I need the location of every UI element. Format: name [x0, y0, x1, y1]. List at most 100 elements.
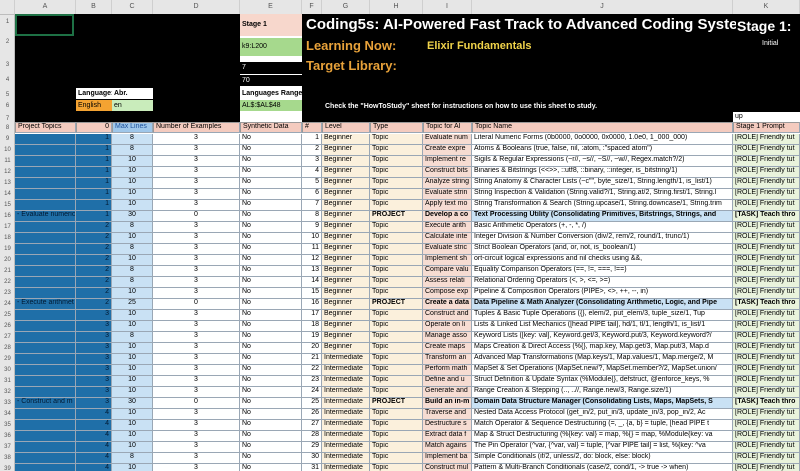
- prompt-cell[interactable]: [ROLE] Friendly tut: [733, 376, 800, 387]
- topic-for-ai-cell[interactable]: Generate and: [423, 387, 472, 398]
- number-cell[interactable]: 20: [302, 343, 322, 354]
- header-project-topics[interactable]: Project Topics: [15, 122, 76, 133]
- level-cell[interactable]: Beginner: [322, 178, 370, 189]
- synthetic-data-cell[interactable]: No: [240, 244, 302, 255]
- type-cell[interactable]: Topic: [370, 431, 423, 442]
- number-cell[interactable]: 15: [302, 288, 322, 299]
- max-lines-cell[interactable]: 8: [112, 277, 153, 288]
- topic-for-ai-cell[interactable]: Compose exp: [423, 288, 472, 299]
- prompt-cell[interactable]: [ROLE] Friendly tut: [733, 189, 800, 200]
- project-topic-cell[interactable]: [15, 200, 76, 211]
- project-topic-cell[interactable]: [15, 189, 76, 200]
- number-cell[interactable]: 2: [302, 145, 322, 156]
- topic-name-cell[interactable]: Map & Struct Destructuring (%{key: val} …: [472, 431, 733, 442]
- max-lines-cell[interactable]: 8: [112, 453, 153, 464]
- col-b-header[interactable]: B: [76, 0, 112, 14]
- max-lines-cell[interactable]: 10: [112, 442, 153, 453]
- level-cell[interactable]: Intermediate: [322, 464, 370, 471]
- examples-cell[interactable]: 3: [153, 387, 240, 398]
- topic-for-ai-cell[interactable]: Implement sh: [423, 255, 472, 266]
- topic-name-cell[interactable]: The Pin Operator (^var, {^var, val} = tu…: [472, 442, 733, 453]
- level-cell[interactable]: Beginner: [322, 255, 370, 266]
- examples-cell[interactable]: 3: [153, 409, 240, 420]
- topic-for-ai-cell[interactable]: Transform an: [423, 354, 472, 365]
- project-topic-cell[interactable]: [15, 343, 76, 354]
- type-cell[interactable]: Topic: [370, 189, 423, 200]
- synthetic-data-cell[interactable]: No: [240, 310, 302, 321]
- level-cell[interactable]: Beginner: [322, 189, 370, 200]
- group-cell[interactable]: 1: [76, 134, 112, 145]
- prompt-cell[interactable]: [ROLE] Friendly tut: [733, 409, 800, 420]
- header-topic-for-ai[interactable]: Topic for AI: [423, 122, 472, 133]
- examples-cell[interactable]: 0: [153, 398, 240, 409]
- group-cell[interactable]: 2: [76, 244, 112, 255]
- col-g-header[interactable]: G: [322, 0, 370, 14]
- synthetic-data-cell[interactable]: No: [240, 222, 302, 233]
- number-cell[interactable]: 13: [302, 266, 322, 277]
- number-cell[interactable]: 1: [302, 134, 322, 145]
- number-cell[interactable]: 18: [302, 321, 322, 332]
- col-i-header[interactable]: I: [423, 0, 472, 14]
- col-c-header[interactable]: C: [112, 0, 153, 14]
- project-topic-cell[interactable]: [15, 244, 76, 255]
- type-cell[interactable]: Topic: [370, 178, 423, 189]
- topic-for-ai-cell[interactable]: Compare valu: [423, 266, 472, 277]
- row-number[interactable]: 32: [0, 389, 15, 395]
- synthetic-data-cell[interactable]: No: [240, 464, 302, 471]
- col-e-header[interactable]: E: [240, 0, 302, 14]
- row-number[interactable]: 30: [0, 367, 15, 373]
- project-topic-cell[interactable]: [15, 134, 76, 145]
- group-cell[interactable]: 3: [76, 332, 112, 343]
- prompt-cell[interactable]: [ROLE] Friendly tut: [733, 255, 800, 266]
- number-cell[interactable]: 4: [302, 167, 322, 178]
- row-number[interactable]: 17: [0, 224, 15, 230]
- number-cell[interactable]: 22: [302, 365, 322, 376]
- select-all-corner[interactable]: [0, 0, 15, 14]
- topic-for-ai-cell[interactable]: Operate on li: [423, 321, 472, 332]
- level-cell[interactable]: Intermediate: [322, 365, 370, 376]
- topic-for-ai-cell[interactable]: Create maps: [423, 343, 472, 354]
- number-cell[interactable]: 23: [302, 376, 322, 387]
- topic-name-cell[interactable]: Strict Boolean Operators (and, or, not, …: [472, 244, 733, 255]
- max-lines-cell[interactable]: 10: [112, 464, 153, 471]
- examples-cell[interactable]: 3: [153, 277, 240, 288]
- project-topic-cell[interactable]: [15, 145, 76, 156]
- prompt-cell[interactable]: [ROLE] Friendly tut: [733, 266, 800, 277]
- level-cell[interactable]: Beginner: [322, 321, 370, 332]
- number-cell[interactable]: 27: [302, 420, 322, 431]
- level-cell[interactable]: Beginner: [322, 288, 370, 299]
- col-f-header[interactable]: F: [302, 0, 322, 14]
- group-cell[interactable]: 1: [76, 211, 112, 222]
- type-cell[interactable]: Topic: [370, 409, 423, 420]
- project-topic-cell[interactable]: [15, 288, 76, 299]
- topic-for-ai-cell[interactable]: Perform math: [423, 365, 472, 376]
- group-cell[interactable]: 2: [76, 299, 112, 310]
- row-number[interactable]: 26: [0, 323, 15, 329]
- group-cell[interactable]: 3: [76, 365, 112, 376]
- level-cell[interactable]: Beginner: [322, 277, 370, 288]
- synthetic-data-cell[interactable]: No: [240, 387, 302, 398]
- topic-name-cell[interactable]: Advanced Map Transformations (Map.keys/1…: [472, 354, 733, 365]
- examples-cell[interactable]: 3: [153, 343, 240, 354]
- number-cell[interactable]: 10: [302, 233, 322, 244]
- level-cell[interactable]: Intermediate: [322, 376, 370, 387]
- group-cell[interactable]: 2: [76, 277, 112, 288]
- level-cell[interactable]: Intermediate: [322, 420, 370, 431]
- examples-cell[interactable]: 3: [153, 134, 240, 145]
- number-cell[interactable]: 25: [302, 398, 322, 409]
- topic-for-ai-cell[interactable]: Apply text mo: [423, 200, 472, 211]
- synthetic-data-cell[interactable]: No: [240, 354, 302, 365]
- prompt-cell[interactable]: [ROLE] Friendly tut: [733, 365, 800, 376]
- prompt-cell[interactable]: [ROLE] Friendly tut: [733, 332, 800, 343]
- level-cell[interactable]: Beginner: [322, 134, 370, 145]
- max-lines-cell[interactable]: 10: [112, 233, 153, 244]
- examples-cell[interactable]: 3: [153, 189, 240, 200]
- prompt-cell[interactable]: [ROLE] Friendly tut: [733, 167, 800, 178]
- topic-name-cell[interactable]: String Transformation & Search (String.u…: [472, 200, 733, 211]
- row-number[interactable]: 33: [0, 400, 15, 406]
- group-cell[interactable]: 3: [76, 387, 112, 398]
- number-cell[interactable]: 8: [302, 211, 322, 222]
- examples-cell[interactable]: 0: [153, 299, 240, 310]
- project-topic-cell[interactable]: [15, 409, 76, 420]
- row-number[interactable]: 9: [0, 136, 15, 142]
